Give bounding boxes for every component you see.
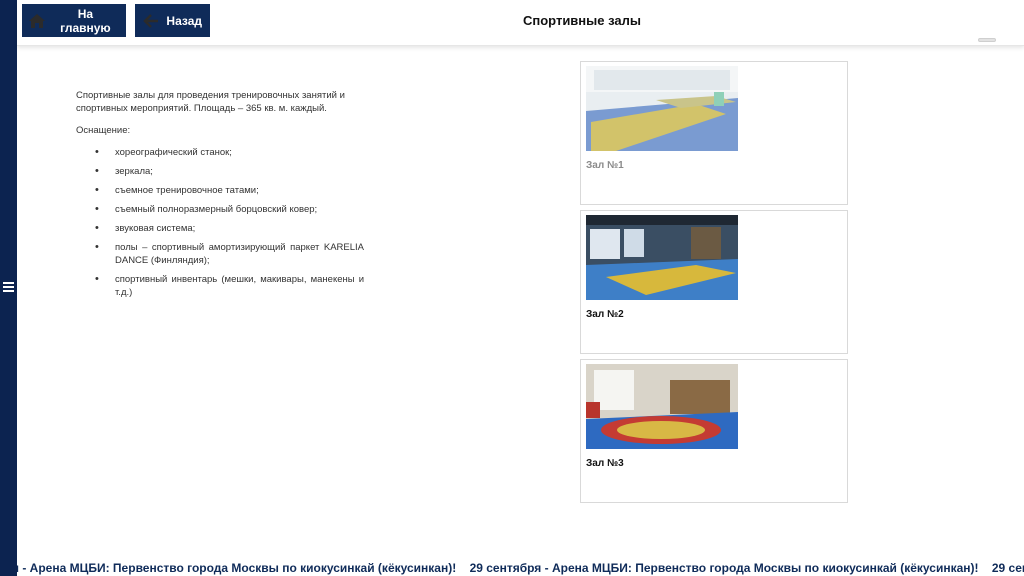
- header-bar: На главную Назад Спортивные залы: [17, 0, 1024, 46]
- page-title: Спортивные залы: [523, 13, 641, 28]
- hall-card-1[interactable]: Зал №1: [580, 61, 848, 205]
- hall-card-3[interactable]: Зал №3: [580, 359, 848, 503]
- hall-3-photo: [586, 364, 738, 449]
- back-button-label: Назад: [166, 13, 202, 28]
- hall-card-2[interactable]: Зал №2: [580, 210, 848, 354]
- ticker-segment: 29 сентяб: [991, 561, 1024, 575]
- left-sidebar-rail: [0, 0, 17, 576]
- hall-2-photo: [586, 215, 738, 300]
- arrow-left-icon: [141, 11, 160, 31]
- list-item: съемное тренировочное татами;: [76, 184, 364, 197]
- list-item: зеркала;: [76, 165, 364, 178]
- house-icon: [28, 11, 47, 31]
- equipment-list: хореографический станок; зеркала; съемно…: [76, 146, 364, 299]
- hamburger-menu-icon[interactable]: [3, 282, 14, 293]
- home-button-label: На главную: [60, 6, 111, 35]
- ticker-text: я - Арена МЦБИ: Первенство города Москвы…: [17, 561, 1024, 575]
- hall-1-photo: [586, 66, 738, 151]
- list-item: съемный полноразмерный борцовский ковер;: [76, 203, 364, 216]
- hall-2-label: Зал №2: [586, 309, 624, 320]
- description-block: Спортивные залы для проведения тренирово…: [76, 89, 364, 305]
- news-ticker[interactable]: я - Арена МЦБИ: Первенство города Москвы…: [17, 560, 1024, 576]
- list-item: звуковая система;: [76, 222, 364, 235]
- list-item: спортивный инвентарь (мешки, макивары, м…: [76, 273, 364, 299]
- hall-gallery: Зал №1 Зал №2 Зал №3: [580, 61, 848, 508]
- home-button[interactable]: На главную: [22, 4, 126, 37]
- intro-text: Спортивные залы для проведения тренирово…: [76, 90, 345, 114]
- list-item: полы – спортивный амортизирующий паркет …: [76, 241, 364, 267]
- hall-3-label: Зал №3: [586, 458, 624, 469]
- back-button[interactable]: Назад: [135, 4, 210, 37]
- equipment-heading: Оснащение:: [76, 125, 131, 136]
- hall-1-label: Зал №1: [586, 160, 624, 171]
- ticker-segment: 29 сентября - Арена МЦБИ: Первенство гор…: [469, 561, 979, 575]
- ticker-segment: я - Арена МЦБИ: Первенство города Москвы…: [17, 561, 457, 575]
- list-item: хореографический станок;: [76, 146, 364, 159]
- scroll-handle[interactable]: [978, 38, 996, 42]
